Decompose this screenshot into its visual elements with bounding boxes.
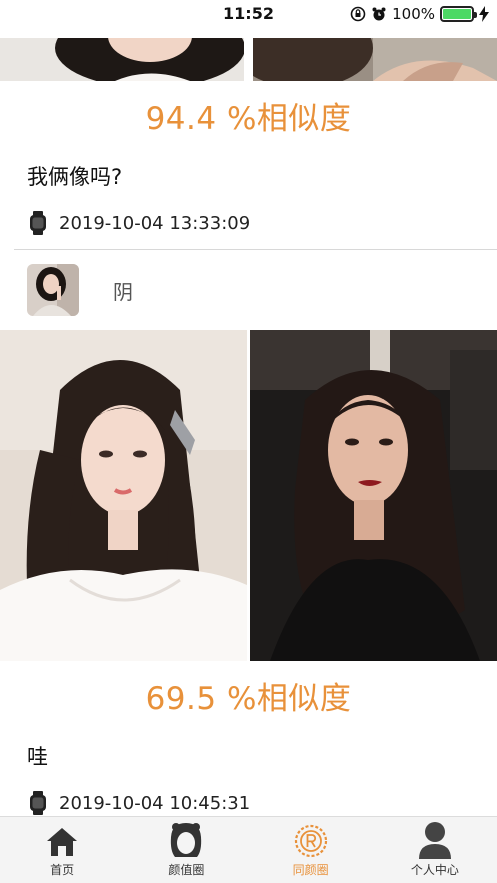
watch-icon <box>30 211 46 235</box>
post-date: 2019-10-04 10:45:31 <box>59 792 251 814</box>
tab-bar: 首页 颜值圈 同颜圈 个人中心 <box>0 816 497 883</box>
post-photo-right[interactable] <box>250 330 497 661</box>
status-bar: 11:52 100% <box>0 0 497 28</box>
similarity-score: 94.4 %相似度 <box>145 101 352 137</box>
person-icon <box>418 822 451 859</box>
rotation-lock-icon <box>350 6 366 22</box>
battery-percent: 100% <box>392 5 435 23</box>
tab-label: 个人中心 <box>410 863 459 877</box>
avatar[interactable] <box>27 264 79 316</box>
tab-label: 同颜圈 <box>292 863 329 877</box>
watch-icon <box>30 791 46 815</box>
alarm-icon <box>372 7 386 21</box>
post-photo-right[interactable] <box>253 38 497 81</box>
tab-home[interactable]: 首页 <box>0 817 124 883</box>
similarity-score: 69.5 %相似度 <box>145 681 352 717</box>
tab-same-face-circle[interactable]: 同颜圈 <box>249 817 373 883</box>
tab-label: 颜值圈 <box>168 863 205 877</box>
home-icon <box>47 828 78 856</box>
username[interactable]: 阴 <box>113 276 133 305</box>
post-caption: 我俩像吗? <box>27 165 123 189</box>
status-right: 100% <box>350 4 489 24</box>
charging-bolt-icon <box>479 6 489 22</box>
feed[interactable]: 94.4 %相似度 我俩像吗? 2019-10-04 13:33:09 阴 69… <box>0 38 497 816</box>
post-date: 2019-10-04 13:33:09 <box>59 212 251 234</box>
tab-beauty-circle[interactable]: 颜值圈 <box>124 817 248 883</box>
post-photos <box>0 38 497 81</box>
post-caption: 哇 <box>27 745 48 769</box>
post-date-row: 2019-10-04 10:45:31 <box>0 777 497 816</box>
hair-face-icon <box>171 823 202 857</box>
post-photo-left[interactable] <box>0 38 244 81</box>
post-photo-left[interactable] <box>0 330 247 661</box>
tab-label: 首页 <box>50 863 75 877</box>
battery-level <box>443 9 471 19</box>
battery-icon <box>440 6 477 22</box>
post-photos <box>0 330 497 661</box>
post-date-row: 2019-10-04 13:33:09 <box>0 197 497 249</box>
registered-circle-icon <box>294 824 327 858</box>
tab-profile[interactable]: 个人中心 <box>373 817 497 883</box>
post-user-row[interactable]: 阴 <box>0 250 497 330</box>
